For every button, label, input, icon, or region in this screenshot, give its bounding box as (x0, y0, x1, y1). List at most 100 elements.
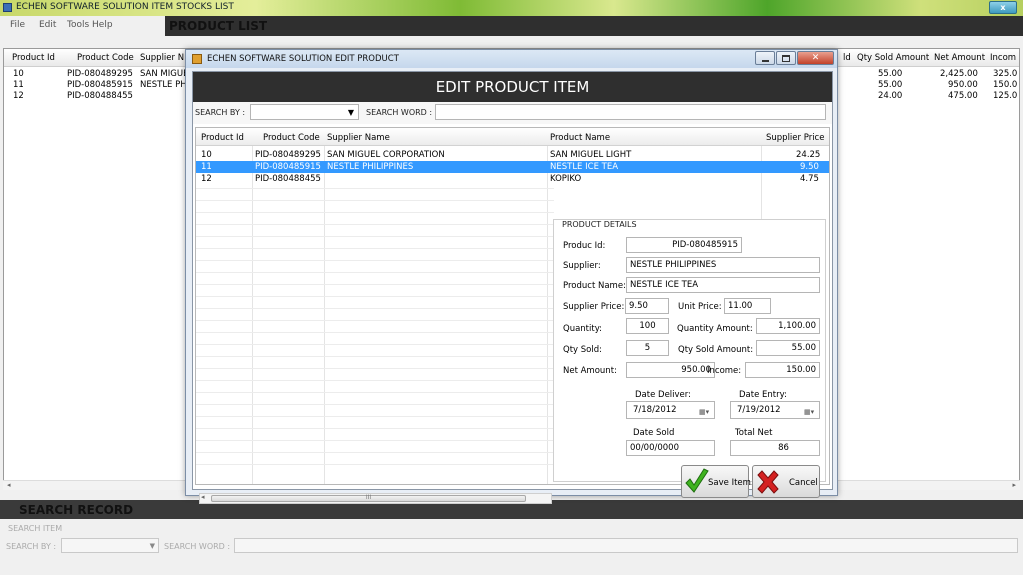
menu-edit[interactable]: Edit (39, 20, 56, 30)
date-sold-field[interactable]: 00/00/0000 (626, 440, 715, 456)
search-word-input[interactable] (234, 538, 1018, 553)
scroll-grip: III (365, 494, 372, 501)
calendar-icon[interactable]: ▦▾ (804, 404, 816, 416)
scroll-left-icon[interactable]: ◂ (201, 493, 205, 501)
col-product-code[interactable]: Product Code (77, 53, 134, 63)
date-entry-label: Date Entry: (739, 390, 787, 400)
qty-sold-field[interactable]: 5 (626, 340, 669, 356)
col-product-code[interactable]: Product Code (263, 133, 320, 143)
col-product-id[interactable]: Product Id (201, 133, 244, 143)
cell-net-amount: 475.00 (948, 91, 978, 101)
search-by-label: SEARCH BY : (6, 542, 57, 551)
unit-price-field[interactable]: 11.00 (724, 298, 771, 314)
dialog-search-by-label: SEARCH BY : (195, 108, 246, 117)
qty-sold-label: Qty Sold: (563, 345, 602, 355)
cell-income: 325.0 (993, 69, 1018, 79)
qty-sold-amount-field[interactable]: 55.00 (756, 340, 820, 356)
menu-tools-help[interactable]: Tools Help (67, 20, 113, 30)
cell-id: 10 (13, 69, 24, 79)
col-product-id[interactable]: Product Id (12, 53, 55, 63)
col-supplier-name[interactable]: Supplier Name (327, 133, 390, 143)
search-item-label: SEARCH ITEM (8, 524, 63, 533)
cancel-button[interactable]: Cancel (752, 465, 820, 498)
col-product-name[interactable]: Product Name (550, 133, 610, 143)
grid-line (196, 464, 554, 465)
date-entry-picker[interactable]: 7/19/2012 ▦▾ (730, 401, 820, 419)
save-item-label: Save Item (708, 478, 751, 488)
grid-line (196, 428, 554, 429)
cell-supplier: SAN MIGUEL CORPORATION (327, 150, 445, 160)
col-supplier-name[interactable]: Supplier N (140, 53, 184, 63)
grid-line (196, 440, 554, 441)
cell-code: PID-080488455 (255, 174, 321, 184)
grid-line (196, 368, 554, 369)
edit-grid-header-row: Product Id Product Code Supplier Name Pr… (196, 128, 829, 146)
cell-id: 12 (13, 91, 24, 101)
scroll-left-icon[interactable]: ◂ (7, 481, 11, 489)
grid-line (196, 296, 554, 297)
col-income[interactable]: Incom (990, 53, 1016, 63)
col-qty-sold-amount[interactable]: Qty Sold Amount (857, 53, 929, 63)
product-list-header: PRODUCT LIST (165, 16, 1023, 36)
search-record-title: SEARCH RECORD (19, 503, 134, 517)
quantity-label: Quantity: (563, 324, 602, 334)
calendar-icon[interactable]: ▦▾ (699, 404, 711, 416)
grid-line (196, 200, 554, 201)
net-amount-field[interactable]: 950.00 (626, 362, 715, 378)
dialog-search-row: SEARCH BY : ▼ SEARCH WORD : (193, 102, 832, 124)
cancel-label: Cancel (789, 478, 818, 488)
dialog-search-by-select[interactable]: ▼ (250, 104, 359, 120)
cell-supplier: NESTLE PHILIPPINES (327, 162, 414, 172)
check-icon (685, 468, 709, 493)
col-net-amount[interactable]: Net Amount (934, 53, 985, 63)
cell-id: 12 (201, 174, 212, 184)
grid-line (196, 284, 554, 285)
cell-qty-sold-amount: 24.00 (878, 91, 903, 101)
minimize-button[interactable] (755, 51, 775, 65)
cell-supplier: SAN MIGUE (140, 69, 189, 79)
date-deliver-picker[interactable]: 7/18/2012 ▦▾ (626, 401, 715, 419)
cell-code: PID-080485915 (67, 80, 133, 90)
income-field[interactable]: 150.00 (745, 362, 820, 378)
dialog-close-button[interactable]: ✕ (797, 51, 834, 65)
grid-line (196, 452, 554, 453)
grid-line (196, 236, 554, 237)
income-label: Income: (707, 366, 742, 376)
dialog-title: ECHEN SOFTWARE SOLUTION EDIT PRODUCT (207, 54, 399, 64)
dialog-search-word-input[interactable] (435, 104, 826, 120)
supplier-price-field[interactable]: 9.50 (625, 298, 669, 314)
cell-net-amount: 2,425.00 (940, 69, 978, 79)
cell-price: 9.50 (800, 162, 819, 172)
product-id-field[interactable]: PID-080485915 (626, 237, 742, 253)
product-name-field[interactable]: NESTLE ICE TEA (626, 277, 820, 293)
search-by-select[interactable]: ▼ (61, 538, 159, 553)
table-row-selected[interactable]: 11 PID-080485915 NESTLE PHILIPPINES NEST… (196, 161, 829, 173)
table-row[interactable]: 12 PID-080488455 KOPIKO 4.75 (196, 173, 829, 185)
save-item-button[interactable]: Save Item (681, 465, 751, 498)
cell-code: PID-080489295 (255, 150, 321, 160)
col-qty-sold-partial[interactable]: ld (843, 53, 851, 63)
cell-price: 24.25 (796, 150, 821, 160)
dialog-app-icon (192, 54, 202, 64)
close-icon: ✕ (811, 53, 820, 63)
scroll-right-icon[interactable]: ▸ (1012, 481, 1016, 489)
main-close-button[interactable]: x (989, 1, 1017, 14)
scroll-thumb[interactable]: III (211, 494, 526, 502)
maximize-button[interactable] (776, 51, 796, 65)
dialog-search-word-label: SEARCH WORD : (366, 108, 433, 117)
col-supplier-price[interactable]: Supplier Price (766, 133, 824, 143)
supplier-field[interactable]: NESTLE PHILIPPINES (626, 257, 820, 273)
date-sold-label: Date Sold (633, 428, 675, 438)
quantity-amount-field[interactable]: 1,100.00 (756, 318, 820, 334)
edit-grid-hscrollbar[interactable]: ◂ III (199, 493, 552, 504)
table-row[interactable]: 10 PID-080489295 SAN MIGUEL CORPORATION … (196, 149, 829, 161)
total-net-field[interactable]: 86 (730, 440, 820, 456)
menu-file[interactable]: File (10, 20, 25, 30)
grid-line (196, 356, 554, 357)
grid-line (196, 380, 554, 381)
quantity-field[interactable]: 100 (626, 318, 669, 334)
grid-line (196, 416, 554, 417)
grid-line (196, 224, 554, 225)
quantity-amount-label: Quantity Amount: (677, 324, 753, 334)
cell-supplier: NESTLE PHI (140, 80, 190, 90)
